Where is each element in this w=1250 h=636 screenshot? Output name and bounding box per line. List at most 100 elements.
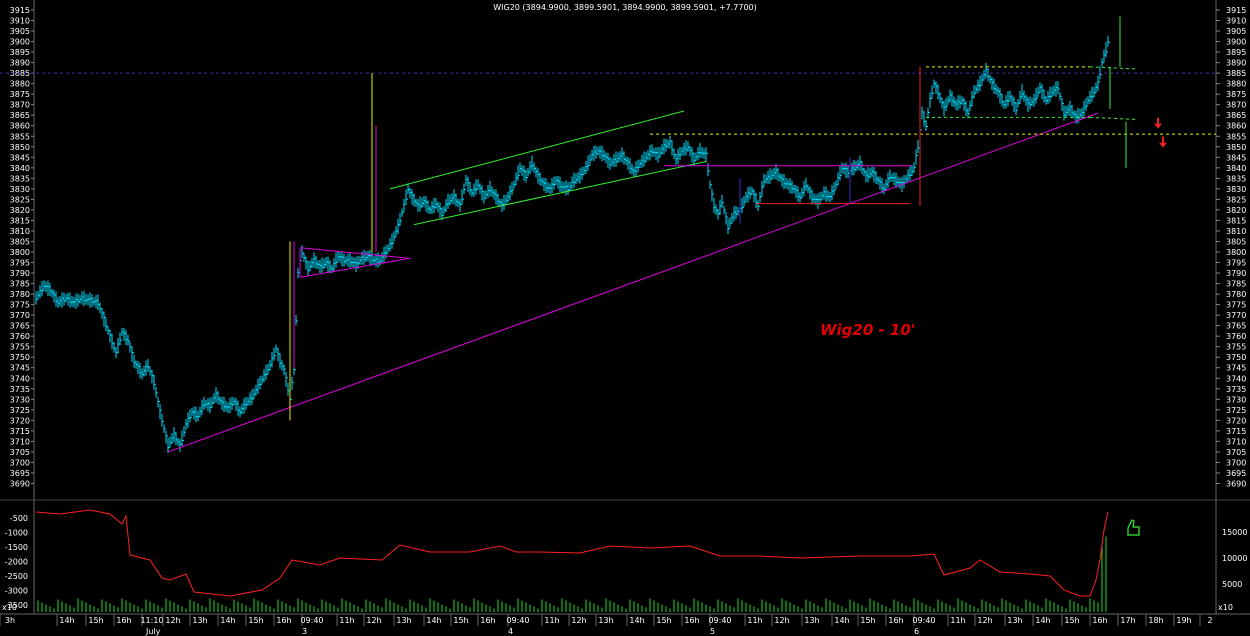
y-tick-label-right: 3800 [1226,248,1246,257]
x-tick-label: 09:40 [506,616,529,625]
y-tick-label-right: 3755 [1226,343,1246,352]
y-tick-label-left: 3900 [10,38,30,47]
y-tick-label-right: 3705 [1226,448,1246,457]
lower-left-label: -2000 [5,558,28,567]
x-day-label: 5 [710,627,715,636]
y-tick-label-left: 3750 [10,353,30,362]
x-tick-label: 19h [1176,616,1191,625]
y-tick-label-right: 3735 [1226,385,1246,394]
x-tick-label: 16h [888,616,903,625]
y-tick-label-right: 3820 [1226,206,1246,215]
x-tick-label: 15h [656,616,671,625]
y-tick-label-right: 3710 [1226,437,1246,446]
y-tick-label-left: 3835 [10,174,30,183]
y-tick-label-left: 3775 [10,301,30,310]
y-tick-label-right: 3840 [1226,164,1246,173]
y-tick-label-left: 3770 [10,311,30,320]
y-tick-label-right: 3900 [1226,38,1246,47]
y-tick-label-right: 3690 [1226,479,1246,488]
x-tick-label: 16h [1092,616,1107,625]
x-tick-label: 14h [629,616,644,625]
y-tick-label-right: 3810 [1226,227,1246,236]
y-tick-label-right: 3695 [1226,469,1246,478]
y-tick-label-left: 3865 [10,111,30,120]
x-tick-label: 15h [88,616,103,625]
x-tick-label: 13h [1007,616,1022,625]
y-tick-label-right: 3745 [1226,364,1246,373]
y-tick-label-right: 3805 [1226,237,1246,246]
y-tick-label-left: 3895 [10,48,30,57]
y-tick-label-left: 3760 [10,332,30,341]
x-day-label: July [145,627,161,636]
lower-left-label: -2500 [5,572,28,581]
x-tick-label: 12h [977,616,992,625]
y-tick-label-left: 3705 [10,448,30,457]
y-tick-label-left: 3745 [10,364,30,373]
y-tick-label-left: 3840 [10,164,30,173]
x-tick-label: 14h [59,616,74,625]
x-tick-label: 16h [276,616,291,625]
x-tick-label: 12h [571,616,586,625]
y-tick-label-left: 3870 [10,101,30,110]
y-tick-label-right: 3760 [1226,332,1246,341]
x-tick-label: 3h [5,616,15,625]
x-tick-label: 14h [426,616,441,625]
x-tick-label: 14h [1035,616,1050,625]
y-tick-label-left: 3820 [10,206,30,215]
y-tick-label-left: 3805 [10,237,30,246]
y-tick-label-left: 3700 [10,458,30,467]
lower-left-label: -1500 [5,543,28,552]
x-tick-label: 17h [1120,616,1135,625]
y-tick-label-left: 3690 [10,479,30,488]
y-tick-label-right: 3915 [1226,6,1246,15]
x-tick-label: 13h [804,616,819,625]
y-tick-label-left: 3710 [10,437,30,446]
y-tick-label-left: 3740 [10,374,30,383]
x-tick-label: 11h [339,616,354,625]
y-tick-label-right: 3725 [1226,406,1246,415]
x-tick-label: 18h [1148,616,1163,625]
x-tick-label: 09:40 [300,616,323,625]
y-tick-label-right: 3720 [1226,416,1246,425]
x-day-label: 6 [914,627,919,636]
y-tick-label-left: 3735 [10,385,30,394]
lower-left-label: -3000 [5,587,28,596]
y-tick-label-left: 3830 [10,185,30,194]
x-tick-label: 11:10 [140,616,163,625]
y-tick-label-left: 3765 [10,322,30,331]
x-day-label: 3 [302,627,307,636]
y-tick-label-right: 3825 [1226,195,1246,204]
y-tick-label-right: 3765 [1226,322,1246,331]
y-tick-label-right: 3795 [1226,259,1246,268]
lower-left-label: -1000 [5,529,28,538]
y-tick-label-left: 3875 [10,90,30,99]
y-tick-label-right: 3830 [1226,185,1246,194]
y-tick-label-right: 3750 [1226,353,1246,362]
x-tick-label: 16h [684,616,699,625]
y-tick-label-left: 3850 [10,143,30,152]
x-tick-label: 13h [192,616,207,625]
y-tick-label-right: 3715 [1226,427,1246,436]
x-tick-label: 15h [248,616,263,625]
chart-background [0,0,1250,636]
y-tick-label-left: 3845 [10,153,30,162]
y-tick-label-right: 3870 [1226,101,1246,110]
y-tick-label-right: 3785 [1226,280,1246,289]
chart-title: WIG20 (3894.9900, 3899.5901, 3894.9900, … [493,3,757,12]
y-tick-label-left: 3755 [10,343,30,352]
y-tick-label-left: 3825 [10,195,30,204]
y-tick-label-left: 3860 [10,122,30,131]
lower-right-label: 5000 [1222,580,1242,589]
x-tick-label: 14h [834,616,849,625]
y-tick-label-left: 3790 [10,269,30,278]
lower-left-unit: x10 [2,603,17,612]
x-tick-label: 15h [453,616,468,625]
y-tick-label-left: 3915 [10,6,30,15]
y-tick-label-right: 3740 [1226,374,1246,383]
y-tick-label-right: 3860 [1226,122,1246,131]
lower-right-label: 15000 [1222,528,1247,537]
x-day-label: 4 [508,627,513,636]
x-tick-label: 16h [480,616,495,625]
x-tick-label: 2 [1207,616,1212,625]
y-tick-label-left: 3725 [10,406,30,415]
